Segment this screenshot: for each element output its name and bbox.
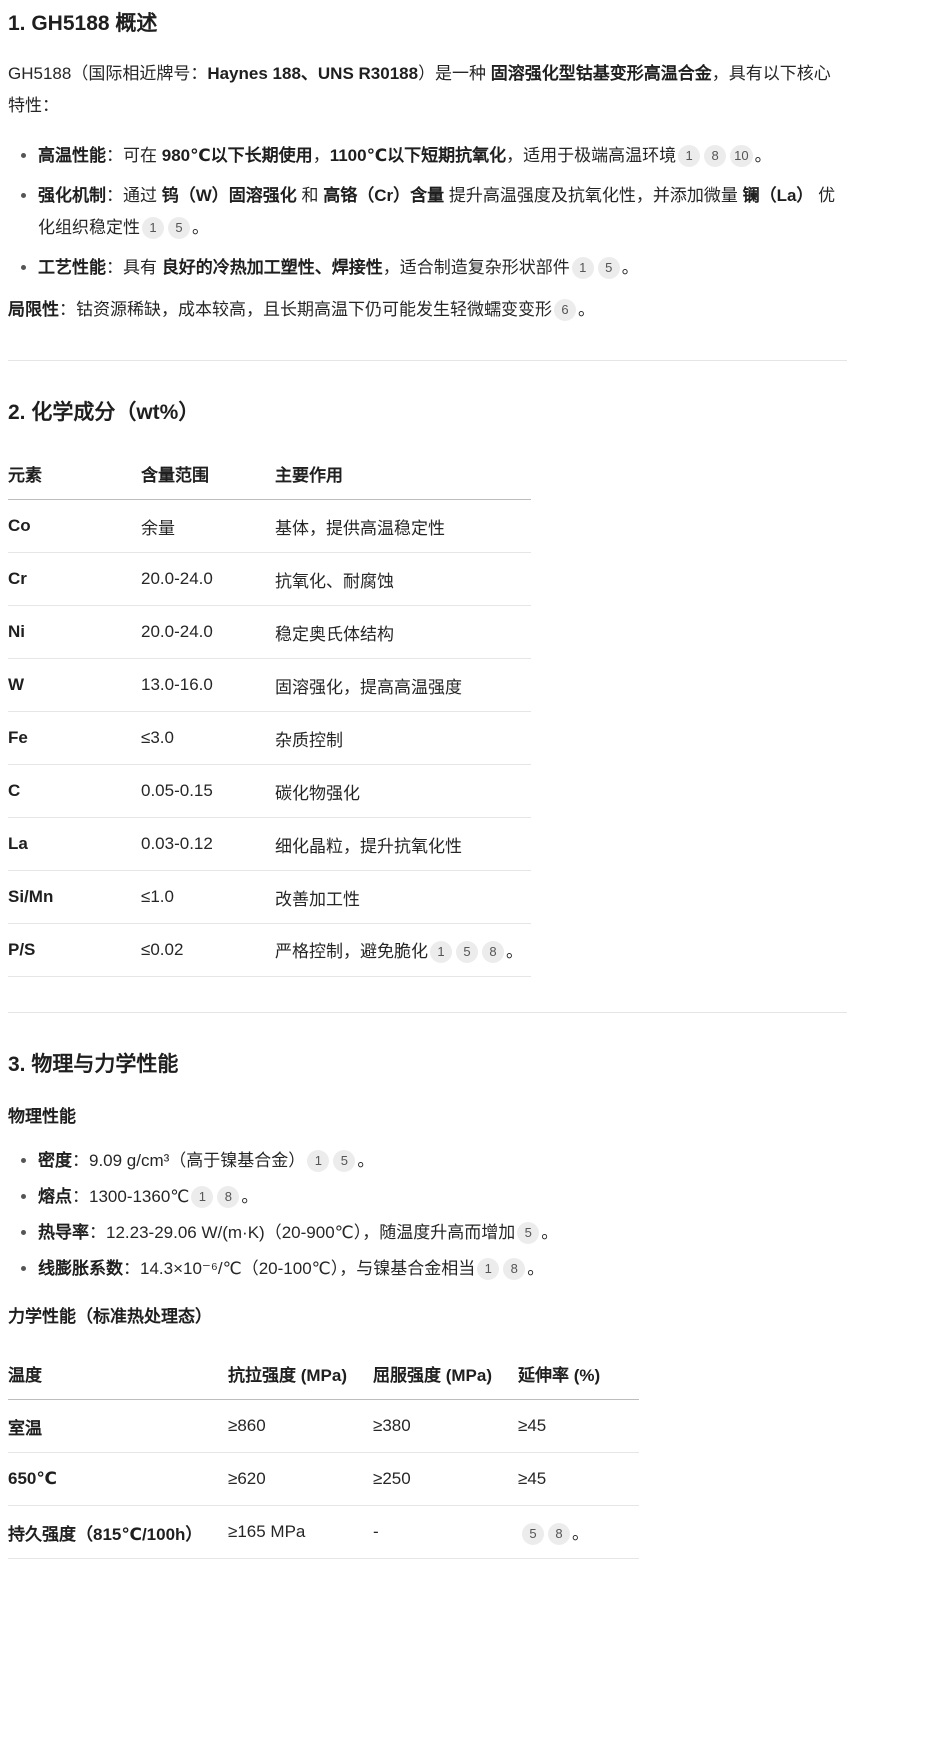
table-row: 持久强度（815℃/100h） ≥165 MPa - 5 8。 — [8, 1505, 639, 1559]
citation-badge[interactable]: 5 — [168, 217, 190, 239]
list-item: 高温性能：可在 980℃以下长期使用，1100℃以下短期抗氧化，适用于极端高温环… — [38, 140, 847, 172]
table-row: W 13.0-16.0 固溶强化，提高高温强度 — [8, 658, 531, 712]
list-item: 密度：9.09 g/cm³（高于镍基合金）15。 — [38, 1145, 847, 1177]
table-row: Fe ≤3.0 杂质控制 — [8, 711, 531, 765]
table-row: P/S ≤0.02 严格控制，避免脆化 1 5 8。 — [8, 923, 531, 977]
citation-badge[interactable]: 1 — [571, 257, 594, 279]
citation-badge[interactable]: 8 — [217, 1186, 240, 1208]
section-3-title: 3. 物理与力学性能 — [8, 1053, 179, 1076]
list-item: 强化机制：通过 钨（W）固溶强化 和 高铬（Cr）含量 提升高温强度及抗氧化性，… — [38, 180, 847, 244]
column-header: 延伸率 (%) — [518, 1347, 639, 1400]
physical-properties-list: 密度：9.09 g/cm³（高于镍基合金）15。 熔点：1300-1360℃18… — [8, 1145, 847, 1285]
table-header-row: 元素 含量范围 主要作用 — [8, 447, 531, 500]
citation-badge[interactable]: 1 — [191, 1186, 214, 1208]
citation-badge[interactable]: 8 — [548, 1523, 570, 1545]
citation-badge[interactable]: 8 — [503, 1258, 526, 1280]
mechanical-properties-title: 力学性能（标准热处理态） — [8, 1307, 212, 1326]
physical-properties-title: 物理性能 — [8, 1107, 76, 1126]
column-header: 屈服强度 (MPa) — [373, 1347, 518, 1400]
table-header-row: 温度 抗拉强度 (MPa) 屈服强度 (MPa) 延伸率 (%) — [8, 1347, 639, 1400]
column-header: 含量范围 — [141, 447, 275, 500]
table-row: Co 余量 基体，提供高温稳定性 — [8, 499, 531, 553]
table-row: Ni 20.0-24.0 稳定奥氏体结构 — [8, 605, 531, 659]
section-divider — [8, 1012, 847, 1013]
section-divider — [8, 360, 847, 361]
citation-badge[interactable]: 5 — [456, 941, 478, 963]
table-row: La 0.03-0.12 细化晶粒，提升抗氧化性 — [8, 817, 531, 871]
composition-table: 元素 含量范围 主要作用 Co 余量 基体，提供高温稳定性 Cr 20.0-24.0 抗… — [8, 447, 531, 977]
citation-badge[interactable]: 5 — [333, 1150, 356, 1172]
citation-badge[interactable]: 1 — [430, 941, 452, 963]
citation-badge[interactable]: 10 — [730, 145, 753, 167]
limitation-paragraph: 局限性：钴资源稀缺，成本较高，且长期高温下仍可能发生轻微蠕变变形 6。 — [8, 299, 595, 321]
citation-badge[interactable]: 5 — [522, 1523, 544, 1545]
citation-badge[interactable]: 5 — [597, 257, 620, 279]
intro-paragraph: GH5188（国际相近牌号：Haynes 188、UNS R30188）是一种 … — [8, 64, 831, 115]
feature-list: 高温性能：可在 980℃以下长期使用，1100℃以下短期抗氧化，适用于极端高温环… — [8, 140, 847, 284]
section-1-title: 1. GH5188 概述 — [8, 12, 158, 35]
citation-badge[interactable]: 1 — [307, 1150, 330, 1172]
list-item: 熔点：1300-1360℃18。 — [38, 1181, 847, 1213]
section-2-title: 2. 化学成分（wt%） — [8, 401, 200, 424]
column-header: 主要作用 — [275, 447, 531, 500]
list-item: 线膨胀系数：14.3×10⁻⁶/℃（20-100℃），与镍基合金相当18。 — [38, 1253, 847, 1285]
citation-badge[interactable]: 1 — [142, 217, 164, 239]
citation-badge[interactable]: 6 — [554, 299, 576, 321]
citation-badge[interactable]: 8 — [482, 941, 504, 963]
citation-badge[interactable]: 5 — [517, 1222, 540, 1244]
citation-badge[interactable]: 1 — [477, 1258, 500, 1280]
table-row: C 0.05-0.15 碳化物强化 — [8, 764, 531, 818]
citation-badge[interactable]: 8 — [704, 145, 727, 167]
list-item: 工艺性能：具有 良好的冷热加工塑性、焊接性，适合制造复杂形状部件15。 — [38, 252, 847, 284]
mechanical-table: 温度 抗拉强度 (MPa) 屈服强度 (MPa) 延伸率 (%) 室温 ≥860 ≥… — [8, 1347, 639, 1559]
table-row: Cr 20.0-24.0 抗氧化、耐腐蚀 — [8, 552, 531, 606]
column-header: 抗拉强度 (MPa) — [228, 1347, 373, 1400]
table-row: Si/Mn ≤1.0 改善加工性 — [8, 870, 531, 924]
column-header: 温度 — [8, 1347, 228, 1400]
citation-badge[interactable]: 1 — [678, 145, 701, 167]
column-header: 元素 — [8, 447, 141, 500]
table-row: 650℃ ≥620 ≥250 ≥45 — [8, 1452, 639, 1506]
table-row: 室温 ≥860 ≥380 ≥45 — [8, 1399, 639, 1453]
list-item: 热导率：12.23-29.06 W/(m·K)（20-900℃），随温度升高而增… — [38, 1217, 847, 1249]
